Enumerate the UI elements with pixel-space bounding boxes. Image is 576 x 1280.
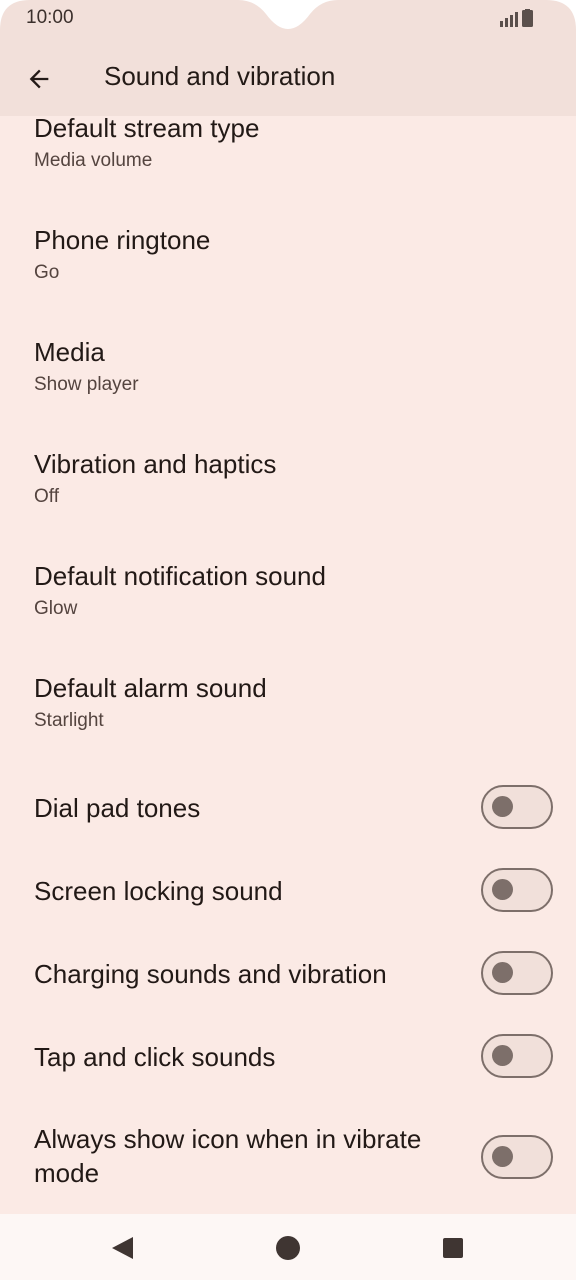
signal-icon bbox=[500, 12, 518, 27]
toggle-title: Dial pad tones bbox=[34, 793, 201, 823]
back-arrow-icon bbox=[29, 69, 49, 89]
nav-home-icon bbox=[276, 1236, 300, 1260]
pref-summary: Show player bbox=[34, 374, 139, 395]
switch-knob bbox=[492, 1045, 513, 1066]
toggle-title: Always show icon when in vibrate mode bbox=[34, 1124, 422, 1188]
status-icons bbox=[500, 9, 533, 27]
display-notch bbox=[0, 0, 576, 40]
back-button[interactable] bbox=[16, 56, 62, 102]
toggle-row-vibrate-mode-icon[interactable]: Always show icon when in vibrate mode bbox=[0, 1116, 576, 1214]
pref-default-notification-sound[interactable]: Default notification sound Glow bbox=[0, 556, 576, 636]
toggle-title: Screen locking sound bbox=[34, 876, 283, 906]
switch-knob bbox=[492, 879, 513, 900]
settings-screen: 10:00 Sound and vibration Default stream… bbox=[0, 0, 576, 1280]
pref-summary: Glow bbox=[34, 598, 78, 619]
nav-home-button[interactable] bbox=[272, 1232, 304, 1264]
pref-vibration-and-haptics[interactable]: Vibration and haptics Off bbox=[0, 444, 576, 524]
toggle-row-tap-and-click-sounds[interactable]: Tap and click sounds bbox=[0, 1015, 576, 1099]
settings-list: Default stream type Media volume Phone r… bbox=[0, 116, 576, 1214]
pref-title: Default stream type bbox=[34, 116, 260, 143]
pref-phone-ringtone[interactable]: Phone ringtone Go bbox=[0, 220, 576, 300]
pref-media[interactable]: Media Show player bbox=[0, 332, 576, 412]
toggle-title: Charging sounds and vibration bbox=[34, 959, 387, 989]
pref-summary: Media volume bbox=[34, 150, 153, 171]
nav-back-icon bbox=[112, 1237, 133, 1259]
pref-title: Default notification sound bbox=[34, 561, 326, 591]
toggle-row-dial-pad-tones[interactable]: Dial pad tones bbox=[0, 766, 576, 850]
charging-sounds-switch[interactable] bbox=[481, 951, 553, 995]
vibrate-mode-icon-switch[interactable] bbox=[481, 1135, 553, 1179]
toggle-row-charging-sounds[interactable]: Charging sounds and vibration bbox=[0, 932, 576, 1016]
page-title: Sound and vibration bbox=[104, 61, 336, 91]
nav-back-button[interactable] bbox=[106, 1232, 138, 1264]
toggle-row-screen-locking-sound[interactable]: Screen locking sound bbox=[0, 849, 576, 933]
pref-title: Media bbox=[34, 337, 105, 367]
top-app-bar: 10:00 Sound and vibration bbox=[0, 0, 576, 116]
pref-summary: Off bbox=[34, 486, 59, 507]
pref-title: Phone ringtone bbox=[34, 225, 211, 255]
pref-summary: Starlight bbox=[34, 710, 104, 731]
pref-title: Default alarm sound bbox=[34, 673, 267, 703]
status-time: 10:00 bbox=[26, 7, 74, 28]
pref-title: Vibration and haptics bbox=[34, 449, 277, 479]
nav-recents-icon bbox=[443, 1238, 463, 1258]
tap-and-click-sounds-switch[interactable] bbox=[481, 1034, 553, 1078]
screen-locking-sound-switch[interactable] bbox=[481, 868, 553, 912]
toggle-title: Tap and click sounds bbox=[34, 1042, 276, 1072]
switch-knob bbox=[492, 796, 513, 817]
system-nav-bar bbox=[0, 1214, 576, 1280]
switch-knob bbox=[492, 962, 513, 983]
nav-recents-button[interactable] bbox=[437, 1232, 469, 1264]
pref-default-stream-type[interactable]: Default stream type Media volume bbox=[0, 116, 576, 188]
switch-knob bbox=[492, 1146, 513, 1167]
pref-default-alarm-sound[interactable]: Default alarm sound Starlight bbox=[0, 668, 576, 748]
pref-summary: Go bbox=[34, 262, 60, 283]
battery-icon bbox=[522, 9, 533, 27]
dial-pad-tones-switch[interactable] bbox=[481, 785, 553, 829]
